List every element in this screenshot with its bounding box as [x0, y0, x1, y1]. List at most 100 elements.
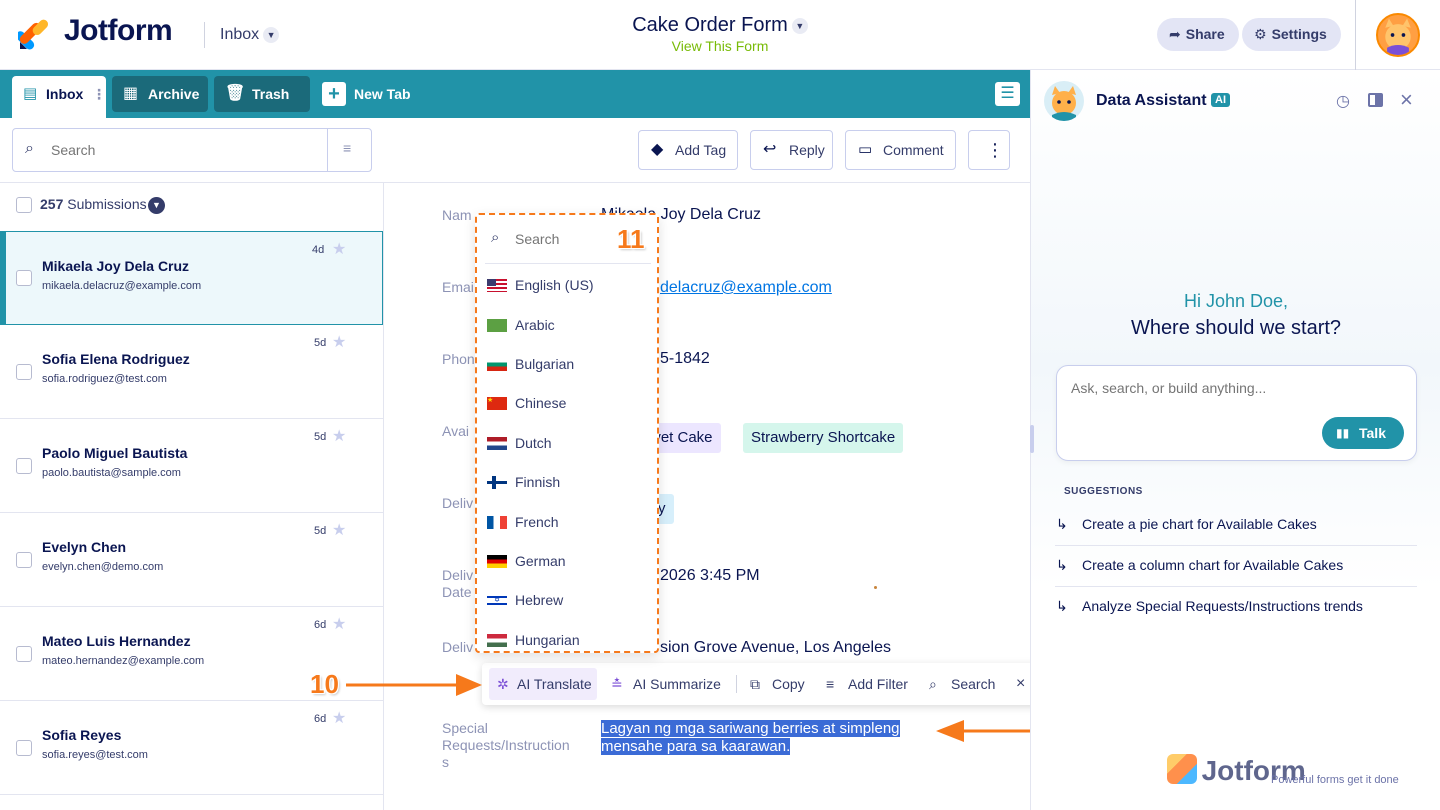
filter-icon[interactable]: ≡: [343, 140, 351, 156]
language-dropdown: ⌕ English (US) Arabic Bulgarian ★ Chinese…: [475, 213, 659, 653]
row-checkbox[interactable]: [16, 364, 32, 380]
language-option[interactable]: Arabic: [487, 315, 555, 335]
language-option[interactable]: Dutch: [487, 433, 552, 453]
list-item[interactable]: Evelyn Chen evelyn.chen@demo.com 5d ★: [0, 513, 383, 607]
suggestion-text: Create a pie chart for Available Cakes: [1082, 516, 1317, 532]
field-value-email[interactable]: delacruz@example.com: [660, 279, 832, 297]
language-label: Dutch: [515, 435, 552, 451]
assistant-prompt-box[interactable]: ▮▮ Talk: [1056, 365, 1417, 461]
language-option[interactable]: Bulgarian: [487, 354, 574, 374]
archive-icon: ▦: [123, 85, 139, 102]
share-button[interactable]: ➦ Share: [1157, 18, 1239, 51]
close-icon[interactable]: ×: [1012, 668, 1025, 700]
star-icon[interactable]: ★: [332, 426, 346, 446]
cat-avatar-icon: [1385, 18, 1411, 55]
star-icon[interactable]: ★: [332, 332, 346, 352]
ai-summarize-button[interactable]: ≛ AI Summarize: [607, 668, 721, 700]
user-avatar[interactable]: [1376, 13, 1420, 57]
row-checkbox[interactable]: [16, 270, 32, 286]
suggestion-item[interactable]: ↳ Analyze Special Requests/Instructions t…: [1056, 598, 1416, 614]
language-label: Hebrew: [515, 592, 564, 608]
watermark-tagline: Powerful forms get it done: [1271, 774, 1399, 786]
list-item[interactable]: Paolo Miguel Bautista paolo.bautista@sam…: [0, 419, 383, 513]
submission-search[interactable]: ⌕ ≡: [12, 128, 372, 172]
assistant-input[interactable]: [1071, 378, 1391, 398]
callout-number: 10: [310, 669, 339, 699]
search-button[interactable]: ⌕ Search: [925, 668, 995, 700]
row-email: paolo.bautista@sample.com: [42, 467, 181, 479]
talk-button[interactable]: ▮▮ Talk: [1322, 417, 1404, 449]
menu-icon[interactable]: ☰: [995, 82, 1020, 106]
select-all-checkbox[interactable]: [16, 197, 32, 213]
row-checkbox[interactable]: [16, 552, 32, 568]
star-icon[interactable]: ★: [332, 708, 346, 728]
search-divider: [327, 129, 328, 171]
field-label-delivery: Deliv: [442, 495, 474, 511]
language-option[interactable]: French: [487, 512, 559, 532]
jotform-logo-icon: [1167, 754, 1198, 784]
flag-us-icon: [487, 278, 507, 292]
row-age: 6d: [314, 713, 327, 725]
tab-archive[interactable]: ▦ Archive: [112, 76, 208, 112]
more-options-button[interactable]: ⋮: [968, 130, 1010, 170]
language-label: Finnish: [515, 474, 561, 490]
comment-button[interactable]: ▭ Comment: [845, 130, 956, 170]
language-option[interactable]: English (US): [487, 275, 594, 295]
language-search-input[interactable]: [515, 229, 625, 249]
add-filter-label: Add Filter: [848, 676, 908, 692]
suggestion-item[interactable]: ↳ Create a column chart for Available Cak…: [1056, 557, 1416, 573]
tab-inbox[interactable]: ▤ Inbox ⋮: [12, 76, 106, 118]
arrow-turn-icon: ↳: [1056, 598, 1068, 614]
row-checkbox[interactable]: [16, 646, 32, 662]
tab-archive-label: Archive: [148, 86, 200, 102]
data-assistant-panel: Data Assistant AI ◷ × Hi John Doe, Where…: [1030, 70, 1440, 810]
voice-wave-icon: ▮▮: [1336, 426, 1350, 440]
panel-resize-handle[interactable]: [1030, 425, 1034, 453]
chevron-down-icon[interactable]: ▼: [148, 197, 165, 214]
history-icon[interactable]: ◷: [1336, 91, 1350, 111]
cat-avatar-icon: [1052, 86, 1076, 121]
row-checkbox[interactable]: [16, 740, 32, 756]
copy-button[interactable]: ⧉ Copy: [746, 668, 805, 700]
suggestion-item[interactable]: ↳ Create a pie chart for Available Cakes: [1056, 516, 1416, 532]
more-vertical-icon[interactable]: ⋮: [92, 76, 106, 112]
suggestions-heading: SUGGESTIONS: [1064, 486, 1143, 497]
new-tab-button[interactable]: + New Tab: [318, 76, 428, 112]
list-item[interactable]: Mikaela Joy Dela Cruz mikaela.delacruz@e…: [0, 231, 383, 325]
star-icon[interactable]: ★: [332, 614, 346, 634]
panel-toggle-icon[interactable]: [1368, 93, 1383, 107]
star-icon[interactable]: ★: [332, 239, 346, 259]
settings-button[interactable]: ⚙ Settings: [1242, 18, 1341, 51]
row-email: mikaela.delacruz@example.com: [42, 280, 202, 292]
search-label: Search: [951, 676, 996, 692]
list-item[interactable]: Sofia Elena Rodriguez sofia.rodriguez@te…: [0, 325, 383, 419]
reply-button[interactable]: ↩ Reply: [750, 130, 833, 170]
flag-china-icon: ★: [487, 396, 507, 410]
add-filter-button[interactable]: ≡ Add Filter: [822, 668, 908, 700]
field-value-address: sion Grove Avenue, Los Angeles: [660, 639, 891, 656]
search-input[interactable]: [51, 139, 321, 161]
language-option[interactable]: ✡ Hebrew: [487, 590, 563, 610]
dropdown-divider: [485, 263, 651, 264]
language-option[interactable]: Finnish: [487, 472, 560, 492]
language-option[interactable]: ★ Chinese: [487, 393, 566, 413]
search-icon: ⌕: [929, 676, 937, 692]
close-icon[interactable]: ×: [1400, 87, 1413, 113]
row-checkbox[interactable]: [16, 458, 32, 474]
star-icon[interactable]: ★: [332, 520, 346, 540]
flag-netherlands-icon: [487, 436, 507, 450]
list-item[interactable]: Sofia Reyes sofia.reyes@test.com 6d ★: [0, 701, 383, 795]
ai-translate-button[interactable]: ✲ AI Translate: [489, 668, 597, 700]
field-value-special[interactable]: Lagyan ng mga sariwang berries at simple…: [601, 720, 900, 756]
submission-count-label: Submissions: [67, 196, 147, 212]
language-option[interactable]: Hungarian: [487, 630, 580, 650]
row-name: Sofia Elena Rodriguez: [42, 351, 190, 367]
tab-trash[interactable]: 🗑 Trash: [214, 76, 310, 112]
header-divider: [1355, 0, 1356, 70]
language-option[interactable]: German: [487, 551, 566, 571]
language-label: French: [515, 514, 559, 530]
field-label-name: Nam: [442, 207, 472, 223]
form-title-text: Cake Order Form: [632, 14, 788, 36]
add-tag-button[interactable]: ◆ Add Tag: [638, 130, 738, 170]
arrow-turn-icon: ↳: [1056, 557, 1068, 573]
